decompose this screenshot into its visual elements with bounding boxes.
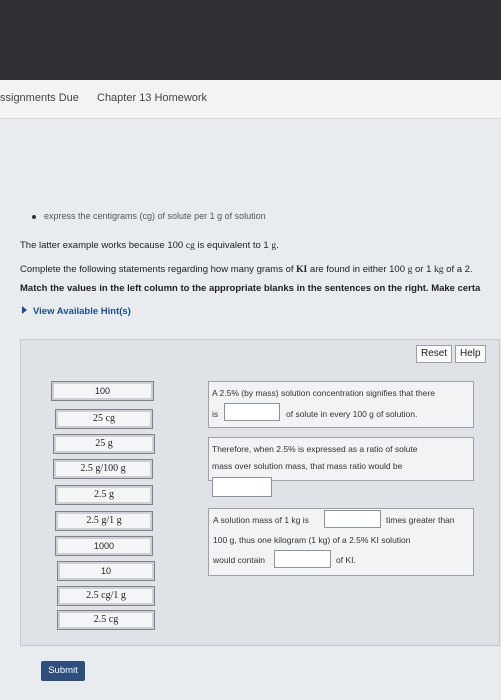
intro-line-1-mid: is equivalent to 1 [194,240,272,251]
statement-3-line-3-pre: would contain [213,555,265,565]
statement-1-line-2: of solute in every 100 g of solution. [286,409,418,419]
intro-line-2-pre: Complete the following statements regard… [20,264,297,275]
expand-triangle-icon [22,306,27,314]
top-dark-bar [0,0,501,80]
intro-line-1-pre: The latter example works because 100 [20,240,186,251]
tile-25-g[interactable]: 25 g [53,434,155,454]
tile-2-5-cg[interactable]: 2.5 cg [57,610,155,630]
statement-2-line-2: mass over solution mass, that mass ratio… [212,461,403,471]
tile-2-5-g-per-100-g[interactable]: 2.5 g/100 g [53,459,153,479]
view-hints-label: View Available Hint(s) [33,306,131,317]
statement-1-blank[interactable] [224,403,280,421]
view-hints-link[interactable]: View Available Hint(s) [22,306,131,317]
intro-line-2-mid: are found in either 100 [307,264,408,275]
statement-3-line-1-post: times greater than [386,515,455,525]
statement-3-line-1-pre: A solution mass of 1 kg is [213,515,309,525]
tile-2-5-g-per-1-g[interactable]: 2.5 g/1 g [55,511,153,531]
statement-3-line-2: 100 g, thus one kilogram (1 kg) of a 2.5… [213,535,411,545]
tile-2-5-g[interactable]: 2.5 g [55,485,153,505]
statement-1-line-1: A 2.5% (by mass) solution concentration … [212,388,436,398]
intro-line-2: Complete the following statements regard… [20,264,501,275]
statement-2-line-1: Therefore, when 2.5% is expressed as a r… [212,444,418,454]
tile-10[interactable]: 10 [57,561,155,581]
reset-button[interactable]: Reset [416,345,453,363]
intro-line-2-or: or 1 [412,264,435,275]
intro-bullet-text: express the centigrams (cg) of solute pe… [44,211,266,221]
submit-button[interactable]: Submit [41,661,85,681]
intro-line-1-cg: cg [185,241,195,251]
tile-100[interactable]: 100 [51,381,154,401]
intro-line-3: Match the values in the left column to t… [20,283,481,294]
bullet-dot [32,215,36,219]
tile-25-cg[interactable]: 25 cg [55,409,153,429]
nav-chapter-link[interactable]: Chapter 13 Homework [97,92,207,104]
tile-2-5-cg-per-1-g[interactable]: 2.5 cg/1 g [57,586,155,606]
intro-line-1: The latter example works because 100 cg … [20,240,279,251]
statement-1-is: is [212,409,219,419]
intro-line-2-post: of a 2. [443,264,473,275]
statement-3-blank-1[interactable] [324,510,381,528]
assignment-navbar: ssignments Due Chapter 13 Homework [0,80,501,119]
intro-line-2-ki: KI [296,265,308,275]
statement-3-line-3-post: of KI. [336,555,356,565]
nav-assignments-due-link[interactable]: ssignments Due [0,92,79,104]
statement-3-blank-2[interactable] [274,550,331,568]
help-button[interactable]: Help [455,345,486,363]
statement-2-blank[interactable] [212,477,272,497]
intro-line-2-kg: kg [434,265,444,275]
tile-1000[interactable]: 1000 [55,536,153,556]
